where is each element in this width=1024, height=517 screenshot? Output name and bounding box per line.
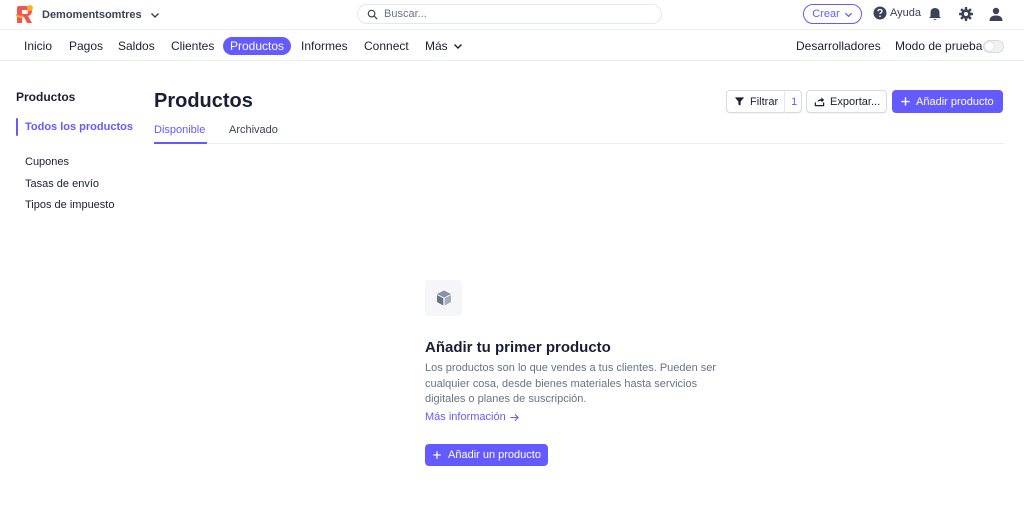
empty-state-icon-box xyxy=(425,280,462,316)
filter-label: Filtrar xyxy=(750,95,779,108)
page-title: Productos xyxy=(154,90,253,112)
export-icon xyxy=(814,97,825,107)
empty-state-title: Añadir tu primer producto xyxy=(425,339,611,356)
user-icon[interactable] xyxy=(988,6,1004,22)
add-first-product-button[interactable]: Añadir un producto xyxy=(425,444,548,466)
export-button[interactable]: Exportar... xyxy=(806,90,887,113)
tab-disponible[interactable]: Disponible xyxy=(154,124,207,144)
learn-more-label: Más información xyxy=(425,411,506,423)
sidebar-active-indicator xyxy=(16,118,18,136)
nav-item-pagos[interactable]: Pagos xyxy=(69,37,103,55)
export-label: Exportar... xyxy=(830,95,881,108)
nav-item-clientes[interactable]: Clientes xyxy=(171,37,214,55)
search-icon xyxy=(367,9,378,20)
account-name: Demomentsomtres xyxy=(42,9,142,21)
filter-divider xyxy=(784,90,786,113)
sidebar-title: Productos xyxy=(16,90,76,104)
developers-link[interactable]: Desarrolladores xyxy=(796,37,881,55)
add-product-label: Añadir producto xyxy=(916,95,994,108)
chevron-down-icon xyxy=(453,44,462,49)
create-button-label: Crear xyxy=(812,8,840,20)
nav-item-connect[interactable]: Connect xyxy=(364,37,409,55)
learn-more-link[interactable]: Más información xyxy=(425,411,520,423)
nav-more-label: Más xyxy=(425,39,448,53)
chevron-down-icon xyxy=(844,12,852,17)
filter-count-badge: 1 xyxy=(791,95,798,108)
bell-icon[interactable] xyxy=(927,6,943,22)
empty-state-description: Los productos son lo que vendes a tus cl… xyxy=(425,362,717,405)
search-bar[interactable] xyxy=(357,4,662,24)
create-button[interactable]: Crear xyxy=(803,4,862,24)
sidebar-item-all-products[interactable]: Todos los productos xyxy=(25,121,133,133)
top-bar: Demomentsomtres Crear Ayuda xyxy=(0,0,1024,30)
nav-item-inicio[interactable]: Inicio xyxy=(24,37,52,55)
filter-button[interactable]: Filtrar 1 xyxy=(726,90,802,113)
search-input[interactable] xyxy=(384,8,644,20)
nav-item-more[interactable]: Más xyxy=(425,37,463,55)
help-label: Ayuda xyxy=(890,7,921,19)
add-first-product-label: Añadir un producto xyxy=(448,449,541,461)
sidebar-item-shipping-rates[interactable]: Tasas de envío xyxy=(25,178,99,190)
brand-logo-icon xyxy=(15,5,33,23)
main-nav: Inicio Pagos Saldos Clientes Productos I… xyxy=(0,31,1024,61)
product-tabs: Disponible Archivado xyxy=(154,124,1004,144)
toggle-knob xyxy=(985,42,994,51)
add-product-button[interactable]: Añadir producto xyxy=(892,90,1003,113)
sidebar-item-coupons[interactable]: Cupones xyxy=(25,156,69,168)
nav-item-saldos[interactable]: Saldos xyxy=(118,37,155,55)
test-mode-toggle[interactable] xyxy=(983,40,1004,53)
plus-icon xyxy=(433,451,441,459)
filter-icon xyxy=(734,97,745,106)
tab-archivado[interactable]: Archivado xyxy=(229,124,278,144)
nav-item-informes[interactable]: Informes xyxy=(301,37,348,55)
arrow-right-icon xyxy=(510,413,519,421)
chevron-down-icon xyxy=(150,13,159,18)
test-mode-label: Modo de prueba xyxy=(895,39,983,53)
account-switcher[interactable]: Demomentsomtres xyxy=(14,4,160,26)
box-icon xyxy=(436,290,451,306)
help-button[interactable]: Ayuda xyxy=(873,6,921,20)
gear-icon[interactable] xyxy=(958,6,974,22)
plus-icon xyxy=(901,97,910,106)
sidebar-item-tax-rates[interactable]: Tipos de impuesto xyxy=(25,199,114,211)
help-icon xyxy=(873,6,887,20)
nav-item-productos[interactable]: Productos xyxy=(223,37,292,55)
